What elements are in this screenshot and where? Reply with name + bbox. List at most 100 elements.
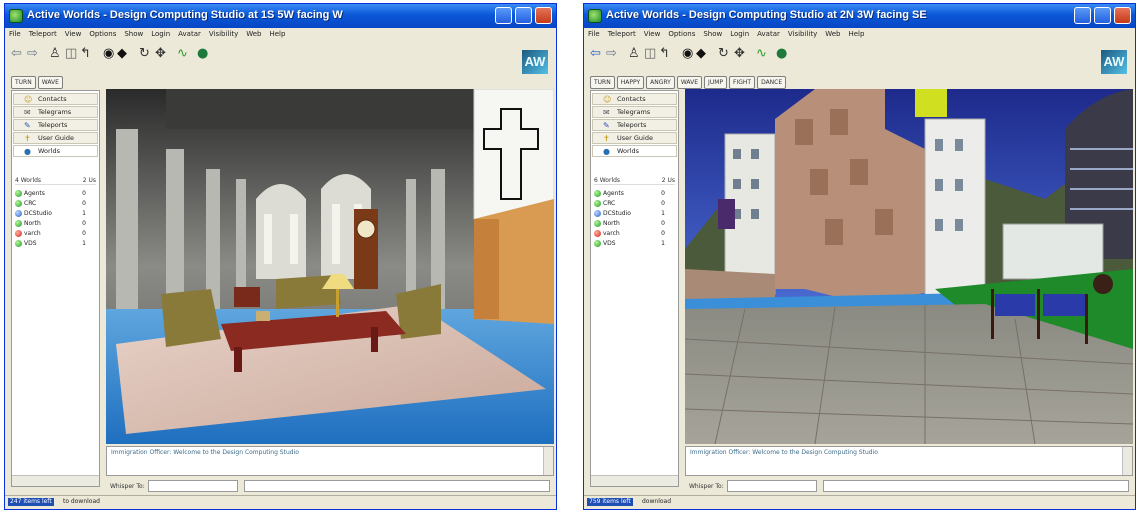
gesture-happy-button[interactable]: HAPPY (616, 76, 645, 89)
pointer-icon[interactable]: ◆ (696, 47, 706, 60)
menu-options[interactable]: Options (85, 28, 120, 38)
menu-show[interactable]: Show (699, 28, 726, 38)
globe-icon[interactable]: ● (776, 47, 787, 60)
close-button[interactable] (535, 7, 552, 24)
gesture-fight-button[interactable]: FIGHT (729, 76, 756, 89)
chat-log[interactable]: Immigration Officer: Welcome to the Desi… (685, 446, 1133, 476)
back-arrow-icon[interactable]: ⇦ (11, 47, 22, 60)
forward-arrow-icon[interactable]: ⇨ (27, 47, 38, 60)
telegrams-button[interactable]: ✉ Telegrams (13, 106, 98, 118)
world-list-item[interactable]: DCStudio 1 (15, 209, 96, 218)
world-list-item[interactable]: VDS 1 (15, 239, 96, 248)
menu-visibility[interactable]: Visibility (784, 28, 821, 38)
gesture-bar: TURN WAVE (11, 69, 65, 89)
title-bar[interactable]: Active Worlds - Design Computing Studio … (584, 4, 1135, 28)
gesture-angry-button[interactable]: ANGRY (646, 76, 675, 89)
worlds-button[interactable]: ● Worlds (13, 145, 98, 157)
menu-file[interactable]: File (584, 28, 604, 38)
chat-scrollbar[interactable] (543, 447, 553, 475)
gesture-wave-button[interactable]: WAVE (676, 76, 703, 89)
world-status-icon (15, 220, 22, 227)
world-list-item[interactable]: DCStudio 1 (594, 209, 675, 218)
camera-icon[interactable]: ◫ (65, 47, 77, 60)
walk-icon[interactable]: ♙ (49, 47, 61, 60)
select-icon[interactable]: ↻ (139, 47, 150, 60)
menu-help[interactable]: Help (844, 28, 868, 38)
binoculars-icon[interactable]: ◉ (682, 47, 693, 60)
toolbar: ⇦ ⇨ ♙ ◫ ↰ ◉ ◆ ↻ ✥ ∿ ● (584, 42, 1135, 66)
world-list-item[interactable]: varch 0 (15, 229, 96, 238)
forward-arrow-icon[interactable]: ⇨ (606, 47, 617, 60)
pointer-icon[interactable]: ◆ (117, 47, 127, 60)
contacts-button[interactable]: ☺ Contacts (592, 93, 677, 105)
maximize-button[interactable] (1094, 7, 1111, 24)
menu-teleport[interactable]: Teleport (604, 28, 640, 38)
title-bar[interactable]: Active Worlds - Design Computing Studio … (5, 4, 556, 28)
globe-icon[interactable]: ● (197, 47, 208, 60)
gesture-wave-button[interactable]: WAVE (37, 76, 63, 89)
menu-file[interactable]: File (5, 28, 25, 38)
teleports-button[interactable]: ✎ Teleports (13, 119, 98, 131)
close-button[interactable] (1114, 7, 1131, 24)
snake-tool-icon[interactable]: ∿ (756, 47, 767, 60)
3d-world-view[interactable] (106, 89, 554, 444)
contacts-button[interactable]: ☺ Contacts (13, 93, 98, 105)
world-list-item[interactable]: North 0 (594, 219, 675, 228)
binoculars-icon[interactable]: ◉ (103, 47, 114, 60)
gesture-turn-button[interactable]: TURN (11, 76, 36, 89)
select-icon[interactable]: ↻ (718, 47, 729, 60)
whisper-target-select[interactable] (148, 480, 238, 492)
chat-message: Immigration Officer: Welcome to the Desi… (690, 449, 878, 456)
menu-login[interactable]: Login (726, 28, 753, 38)
sidebar-scrollbar[interactable] (591, 475, 678, 486)
world-list-item[interactable]: North 0 (15, 219, 96, 228)
world-status-icon (15, 240, 22, 247)
menu-view[interactable]: View (61, 28, 86, 38)
chat-input[interactable] (823, 480, 1129, 492)
user-guide-button[interactable]: ✝ User Guide (592, 132, 677, 144)
teleports-button[interactable]: ✎ Teleports (592, 119, 677, 131)
gesture-dance-button[interactable]: DANCE (757, 76, 787, 89)
snake-tool-icon[interactable]: ∿ (177, 47, 188, 60)
chat-input[interactable] (244, 480, 550, 492)
menu-view[interactable]: View (640, 28, 665, 38)
menu-avatar[interactable]: Avatar (753, 28, 784, 38)
user-guide-button[interactable]: ✝ User Guide (13, 132, 98, 144)
whisper-target-select[interactable] (727, 480, 817, 492)
chat-log[interactable]: Immigration Officer: Welcome to the Desi… (106, 446, 554, 476)
back-arrow-icon[interactable]: ⇦ (590, 47, 601, 60)
snake-icon[interactable]: ✥ (734, 47, 745, 60)
menu-web[interactable]: Web (821, 28, 844, 38)
minimize-button[interactable] (1074, 7, 1091, 24)
menu-teleport[interactable]: Teleport (25, 28, 61, 38)
chat-scrollbar[interactable] (1122, 447, 1132, 475)
maximize-button[interactable] (515, 7, 532, 24)
menu-avatar[interactable]: Avatar (174, 28, 205, 38)
snake-icon[interactable]: ✥ (155, 47, 166, 60)
gesture-jump-button[interactable]: JUMP (704, 76, 728, 89)
cursor-icon[interactable]: ↰ (659, 47, 670, 60)
world-list-item[interactable]: Agents 0 (15, 189, 96, 198)
3d-world-view[interactable] (685, 89, 1133, 444)
menu-login[interactable]: Login (147, 28, 174, 38)
telegrams-button[interactable]: ✉ Telegrams (592, 106, 677, 118)
sidebar-scrollbar[interactable] (12, 475, 99, 486)
world-list-item[interactable]: CRC 0 (15, 199, 96, 208)
world-status-icon (15, 210, 22, 217)
world-list-item[interactable]: varch 0 (594, 229, 675, 238)
world-list-item[interactable]: Agents 0 (594, 189, 675, 198)
download-progress: 247 items left (8, 498, 54, 506)
cursor-icon[interactable]: ↰ (80, 47, 91, 60)
camera-icon[interactable]: ◫ (644, 47, 656, 60)
gesture-turn-button[interactable]: TURN (590, 76, 615, 89)
world-list-item[interactable]: VDS 1 (594, 239, 675, 248)
menu-help[interactable]: Help (265, 28, 289, 38)
menu-show[interactable]: Show (120, 28, 147, 38)
walk-icon[interactable]: ♙ (628, 47, 640, 60)
menu-web[interactable]: Web (242, 28, 265, 38)
world-list-item[interactable]: CRC 0 (594, 199, 675, 208)
menu-options[interactable]: Options (664, 28, 699, 38)
minimize-button[interactable] (495, 7, 512, 24)
menu-visibility[interactable]: Visibility (205, 28, 242, 38)
worlds-button[interactable]: ● Worlds (592, 145, 677, 157)
